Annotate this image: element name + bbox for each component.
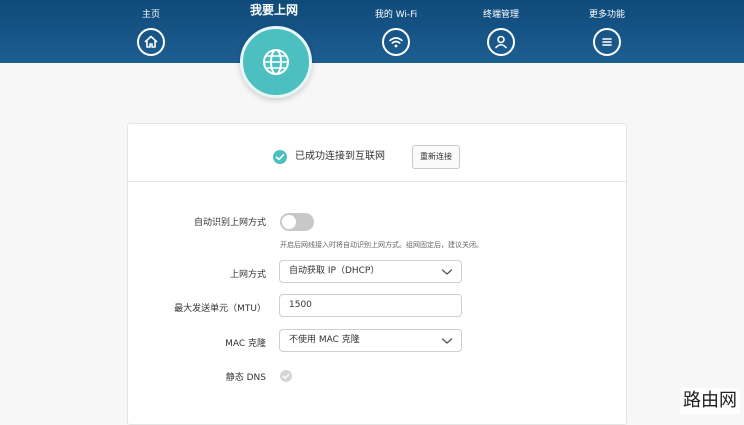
connection-status-bar: 已成功连接到互联网 重新连接 bbox=[128, 124, 626, 182]
access-mode-label: 上网方式 bbox=[230, 267, 266, 280]
nav-item-wifi[interactable]: 我的 Wi-Fi bbox=[356, 8, 436, 56]
chevron-down-icon bbox=[441, 336, 453, 346]
user-icon bbox=[487, 28, 515, 56]
nav-item-label: 更多功能 bbox=[567, 8, 647, 22]
auto-detect-hint: 开启后网线接入时将自动识别上网方式。组网固定后，建议关闭。 bbox=[280, 240, 483, 250]
access-mode-select[interactable]: 自动获取 IP（DHCP） bbox=[279, 260, 462, 283]
mtu-input[interactable]: 1500 bbox=[279, 294, 462, 317]
auto-detect-toggle[interactable] bbox=[280, 213, 314, 231]
mac-clone-label: MAC 克隆 bbox=[225, 336, 266, 349]
nav-item-label: 主页 bbox=[111, 8, 191, 22]
static-dns-label: 静态 DNS bbox=[226, 370, 266, 383]
auto-detect-label: 自动识别上网方式 bbox=[194, 215, 266, 228]
nav-item-devices[interactable]: 终端管理 bbox=[461, 8, 541, 56]
wifi-icon bbox=[382, 28, 410, 56]
nav-item-label: 我的 Wi-Fi bbox=[356, 8, 436, 22]
nav-item-home[interactable]: 主页 bbox=[111, 8, 191, 56]
home-icon bbox=[137, 28, 165, 56]
nav-item-label: 我要上网 bbox=[234, 0, 314, 20]
globe-icon bbox=[240, 26, 312, 98]
nav-item-internet[interactable]: 我要上网 bbox=[234, 0, 314, 20]
watermark: 路由网 bbox=[680, 388, 740, 414]
mtu-value: 1500 bbox=[289, 300, 312, 310]
static-dns-checkbox[interactable] bbox=[280, 370, 292, 382]
nav-item-more[interactable]: 更多功能 bbox=[567, 8, 647, 56]
check-icon bbox=[273, 150, 287, 164]
connection-status-text: 已成功连接到互联网 bbox=[295, 149, 385, 165]
menu-icon bbox=[593, 28, 621, 56]
access-mode-value: 自动获取 IP（DHCP） bbox=[289, 266, 379, 276]
nav-item-label: 终端管理 bbox=[461, 8, 541, 22]
reconnect-button[interactable]: 重新连接 bbox=[412, 145, 460, 169]
toggle-knob bbox=[282, 215, 296, 229]
top-navigation-bar: 主页 我的 Wi-Fi 终端管理 更多功能 bbox=[0, 0, 744, 63]
internet-settings-card: 已成功连接到互联网 重新连接 自动识别上网方式 开启后网线接入时将自动识别上网方… bbox=[127, 123, 627, 425]
mac-clone-select[interactable]: 不使用 MAC 克隆 bbox=[279, 329, 462, 352]
mtu-label: 最大发送单元（MTU） bbox=[174, 301, 266, 314]
mac-clone-value: 不使用 MAC 克隆 bbox=[289, 335, 360, 345]
chevron-down-icon bbox=[441, 267, 453, 277]
